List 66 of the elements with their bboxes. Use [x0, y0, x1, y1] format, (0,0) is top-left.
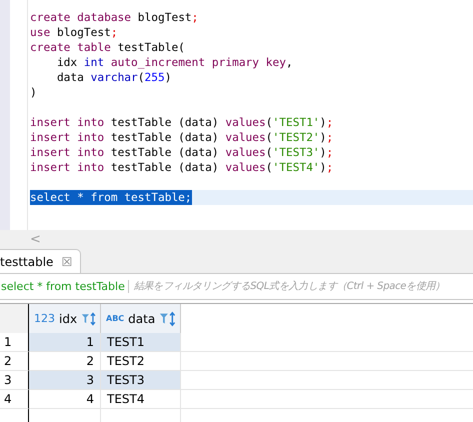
- code-token: ): [320, 161, 326, 174]
- code-token: (: [138, 71, 145, 84]
- code-token: ,: [286, 56, 293, 69]
- table-cell: 3: [29, 371, 101, 390]
- code-token: int: [84, 56, 104, 69]
- code-token: 'TEST2': [272, 131, 320, 144]
- code-token: (: [266, 116, 273, 129]
- code-token: 'TEST4': [272, 161, 320, 174]
- selected-code: select * from testTable;: [30, 190, 192, 205]
- code-token: values: [225, 116, 266, 129]
- code-token: use: [30, 26, 50, 39]
- code-token: testTable (data): [110, 146, 220, 159]
- grid-corner: [0, 304, 29, 333]
- column-name: data: [128, 312, 156, 326]
- code-token: (: [266, 161, 273, 174]
- code-token: testTable (data): [110, 161, 220, 174]
- code-token: (: [266, 131, 273, 144]
- code-token: values: [225, 146, 266, 159]
- code-token: ;: [326, 146, 334, 159]
- code-token: auto_increment primary key: [110, 56, 286, 69]
- column-name: idx: [59, 312, 78, 326]
- code-token: ): [30, 86, 37, 99]
- table-cell: TEST3: [101, 371, 181, 390]
- filter-sort-icon[interactable]: [81, 310, 97, 326]
- code-token: (: [266, 146, 273, 159]
- code-token: values: [225, 161, 266, 174]
- code-token: ): [320, 146, 326, 159]
- code-token: blogTest: [56, 26, 111, 39]
- code-token: idx: [56, 56, 78, 69]
- table-cell: 4: [29, 390, 101, 409]
- code-token: values: [225, 131, 266, 144]
- code-token: insert into: [30, 131, 104, 144]
- code-token: insert into: [30, 116, 104, 129]
- code-token: blogTest: [136, 11, 192, 24]
- table-cell: TEST1: [101, 333, 181, 352]
- code-token: insert into: [30, 161, 104, 174]
- table-cell: TEST4: [101, 390, 181, 409]
- table-cell: TEST2: [101, 352, 181, 371]
- column-header[interactable]: 123 idx: [29, 304, 101, 333]
- type-label: ABC: [106, 314, 124, 323]
- code-token: data: [56, 71, 85, 84]
- code-token: ): [320, 116, 326, 129]
- code-token: 'TEST1': [272, 116, 320, 129]
- column-header[interactable]: ABC data: [101, 304, 181, 333]
- code-token: create table: [30, 41, 111, 54]
- code-token: testTable (data): [110, 116, 220, 129]
- code-token: ;: [326, 116, 334, 129]
- table-cell: 1: [29, 333, 101, 352]
- code-token: ;: [326, 131, 334, 144]
- code-token: ;: [192, 11, 198, 24]
- code-token: 'TEST3': [272, 146, 320, 159]
- code-token: varchar: [90, 71, 138, 84]
- result-tab[interactable]: testtable ☒: [0, 249, 82, 273]
- code-token: create database: [30, 11, 132, 24]
- code-token: insert into: [30, 146, 104, 159]
- code-token: ): [320, 131, 326, 144]
- type-label: 123: [34, 312, 55, 325]
- table-cell: 2: [29, 352, 101, 371]
- code-token: ): [164, 71, 172, 84]
- code-token: 255: [144, 71, 165, 84]
- code-token: testTable (data): [110, 131, 220, 144]
- filter-sort-icon[interactable]: [159, 310, 177, 326]
- code-token: testTable(: [116, 41, 185, 54]
- code-token: ;: [110, 26, 118, 39]
- code-token: ;: [326, 161, 334, 174]
- close-icon[interactable]: ☒: [61, 254, 72, 268]
